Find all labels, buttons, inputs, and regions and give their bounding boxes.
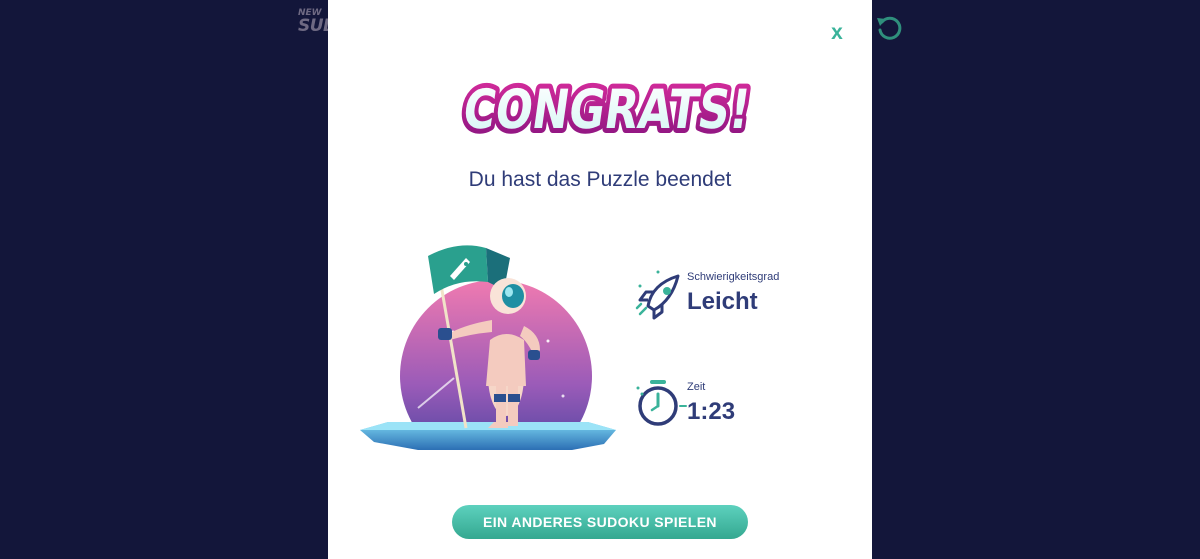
close-button[interactable]: x bbox=[828, 22, 846, 44]
difficulty-stat: Schwierigkeitsgrad Leicht bbox=[634, 266, 854, 326]
time-stat: Zeit 1:23 bbox=[634, 376, 854, 436]
refresh-icon[interactable] bbox=[874, 13, 904, 43]
congrats-modal: x CONGRATS! Du hast das Puzzle beendet S… bbox=[328, 0, 872, 559]
banner-text: CONGRATS! bbox=[459, 78, 754, 141]
play-another-sudoku-button[interactable]: EIN ANDERES SUDOKU SPIELEN bbox=[452, 505, 748, 539]
astronaut-illustration bbox=[358, 245, 620, 458]
rocket-icon bbox=[635, 270, 680, 320]
stopwatch-icon bbox=[636, 380, 687, 426]
time-label: Zeit bbox=[687, 381, 706, 393]
subtitle-text: Du hast das Puzzle beendet bbox=[468, 168, 732, 191]
time-value: 1:23 bbox=[687, 398, 736, 425]
difficulty-value: Leicht bbox=[687, 288, 758, 315]
congrats-banner: CONGRATS! bbox=[454, 73, 758, 146]
difficulty-label: Schwierigkeitsgrad bbox=[687, 271, 780, 283]
